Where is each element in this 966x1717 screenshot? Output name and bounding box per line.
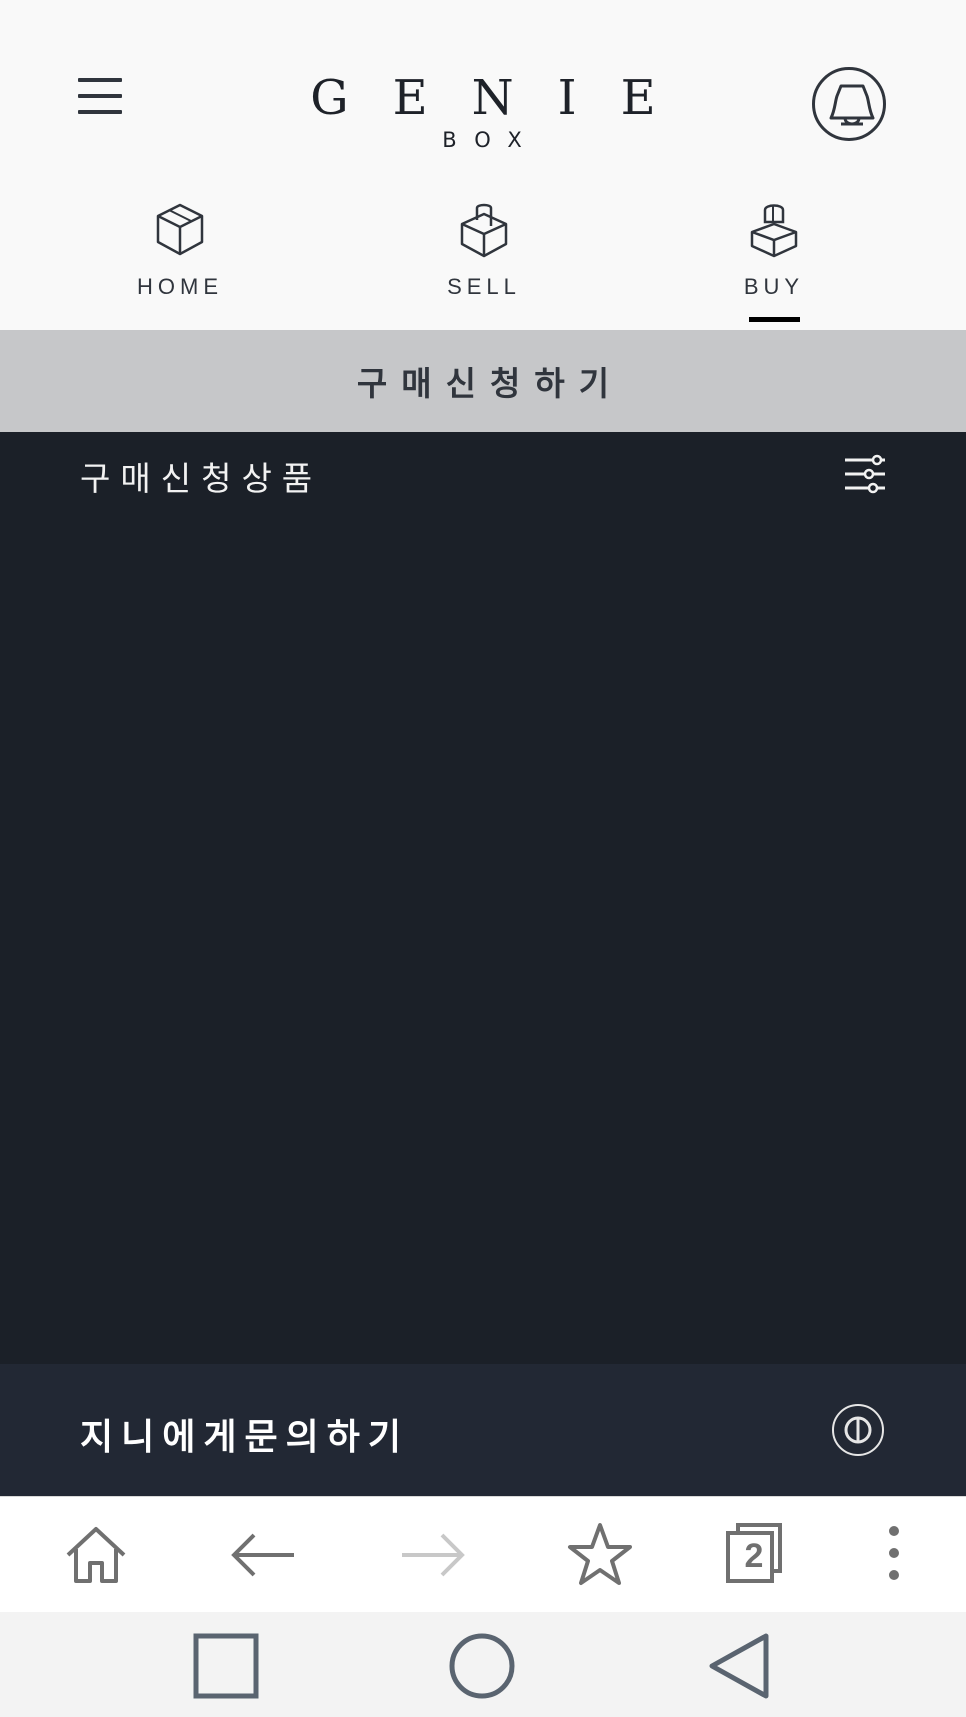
browser-home-icon[interactable]	[60, 1519, 132, 1591]
recent-apps-icon[interactable]	[192, 1632, 262, 1702]
logo-main-text: GENIE	[310, 70, 700, 126]
app-header: GENIE BOX	[0, 0, 966, 190]
box-open-icon	[750, 204, 798, 258]
genie-circle-icon	[832, 1404, 884, 1456]
active-tab-indicator	[749, 317, 800, 322]
nav-label-sell: SELL	[447, 274, 521, 299]
system-back-icon[interactable]	[706, 1632, 776, 1702]
browser-back-icon[interactable]	[228, 1519, 300, 1591]
filter-sliders-icon[interactable]	[843, 454, 887, 494]
browser-bookmark-star-icon[interactable]	[564, 1519, 636, 1591]
logo-sub-text: BOX	[442, 128, 540, 152]
tab-count: 2	[744, 1537, 764, 1575]
browser-more-icon[interactable]	[860, 1519, 932, 1591]
system-home-icon[interactable]	[448, 1632, 518, 1702]
nav-label-home: HOME	[137, 274, 223, 299]
panel-title: 구매신청상품	[80, 459, 323, 498]
browser-toolbar	[0, 1496, 966, 1612]
apply-purchase-button[interactable]: 구매신청하기	[0, 330, 966, 432]
nav-item-buy[interactable]: BUY	[684, 190, 864, 330]
main-nav: HOME SELL BUY	[0, 190, 966, 330]
nav-item-home[interactable]: HOME	[90, 190, 270, 330]
notification-bell-icon[interactable]	[812, 67, 886, 141]
menu-icon[interactable]	[78, 78, 122, 114]
nav-item-sell[interactable]: SELL	[394, 190, 574, 330]
box-tag-icon	[460, 203, 508, 258]
purchase-items-panel: 구매신청상품	[0, 432, 966, 1364]
browser-forward-icon[interactable]	[396, 1519, 468, 1591]
ask-genie-label: 지니에게문의하기	[80, 1417, 409, 1458]
ask-genie-button[interactable]: 지니에게문의하기	[0, 1364, 966, 1496]
nav-label-buy: BUY	[743, 274, 805, 299]
genie-box-logo[interactable]: GENIE BOX	[283, 70, 683, 152]
apply-purchase-label: 구매신청하기	[356, 364, 624, 403]
box-icon	[156, 203, 204, 256]
system-nav-bar	[0, 1612, 966, 1717]
